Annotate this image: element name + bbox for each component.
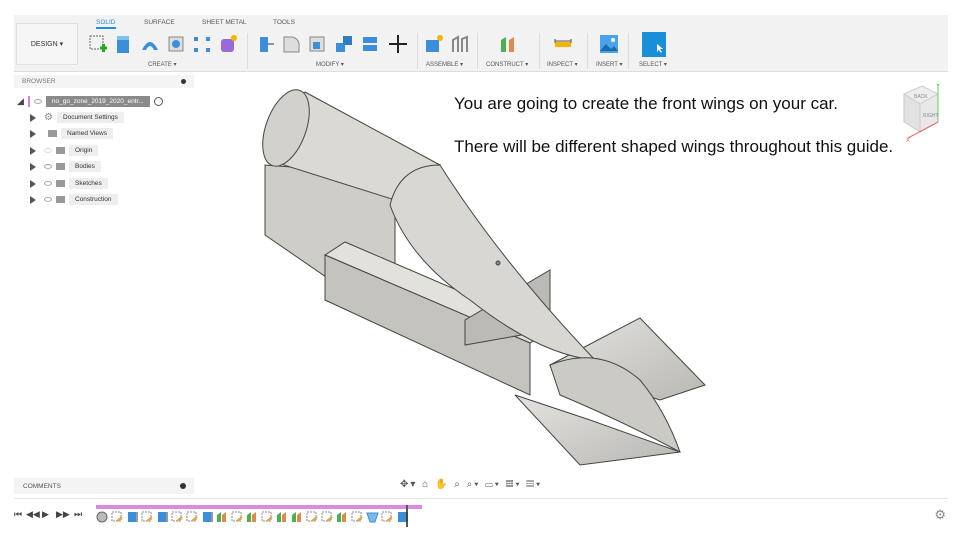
timeline-range	[96, 505, 422, 509]
viewcube-back-face: BACK	[914, 94, 928, 100]
viewcube[interactable]: RIGHT BACK X Y	[898, 82, 944, 144]
comments-panel[interactable]: COMMENTS	[14, 478, 194, 494]
timeline-plane-icon[interactable]	[216, 510, 229, 522]
timeline-sketch-icon[interactable]	[111, 510, 124, 522]
timeline-plane-icon[interactable]	[336, 510, 349, 522]
play-button[interactable]: ▶	[42, 509, 49, 520]
timeline-extrude-icon[interactable]	[201, 510, 214, 522]
timeline-body-icon[interactable]	[96, 510, 109, 523]
timeline-extrude-icon[interactable]	[396, 510, 409, 522]
timeline-sketch-icon[interactable]	[171, 510, 184, 522]
timeline-extrude-icon[interactable]	[156, 510, 169, 522]
viewcube-right-face: RIGHT	[923, 113, 939, 119]
timeline-plane-icon[interactable]	[276, 510, 289, 522]
timeline-sketch-icon[interactable]	[141, 510, 154, 522]
timeline-sketch-icon[interactable]	[381, 510, 394, 522]
timeline-sketch-icon[interactable]	[261, 510, 274, 522]
settings-gear-icon[interactable]: ⚙	[934, 507, 946, 523]
add-comment-icon[interactable]	[180, 483, 186, 489]
timeline-sketch-icon[interactable]	[306, 510, 319, 522]
timeline-sketch-icon[interactable]	[186, 510, 199, 522]
car-model-viewport[interactable]	[0, 0, 960, 540]
timeline-plane-icon[interactable]	[291, 510, 304, 522]
timeline[interactable]: ⏮ ◀◀ ▶ ▶▶ ⏭ ⚙	[14, 498, 948, 528]
timeline-extrude-icon[interactable]	[126, 510, 139, 522]
next-step-button[interactable]: ▶▶	[56, 509, 70, 520]
timeline-loft-icon[interactable]	[366, 510, 379, 523]
instruction-line-1: You are going to create the front wings …	[454, 94, 839, 113]
instruction-line-2: There will be different shaped wings thr…	[454, 137, 894, 156]
previous-step-button[interactable]: ◀◀	[26, 509, 40, 520]
instruction-text: You are going to create the front wings …	[454, 92, 924, 158]
comments-title: COMMENTS	[23, 483, 61, 490]
timeline-features	[96, 510, 409, 523]
x-axis-label: X	[906, 138, 910, 144]
y-axis-label: Y	[936, 84, 940, 90]
last-step-button[interactable]: ⏭	[74, 509, 82, 520]
timeline-sketch-icon[interactable]	[231, 510, 244, 522]
timeline-sketch-icon[interactable]	[321, 510, 334, 522]
first-step-button[interactable]: ⏮	[14, 509, 22, 520]
navigation-bar[interactable]: ✥▾ ⌂ ✋ ⌕ ⌕▾ ▭▾ ▦▾ ▤▾	[400, 479, 542, 490]
timeline-sketch-icon[interactable]	[351, 510, 364, 522]
timeline-plane-icon[interactable]	[246, 510, 259, 522]
